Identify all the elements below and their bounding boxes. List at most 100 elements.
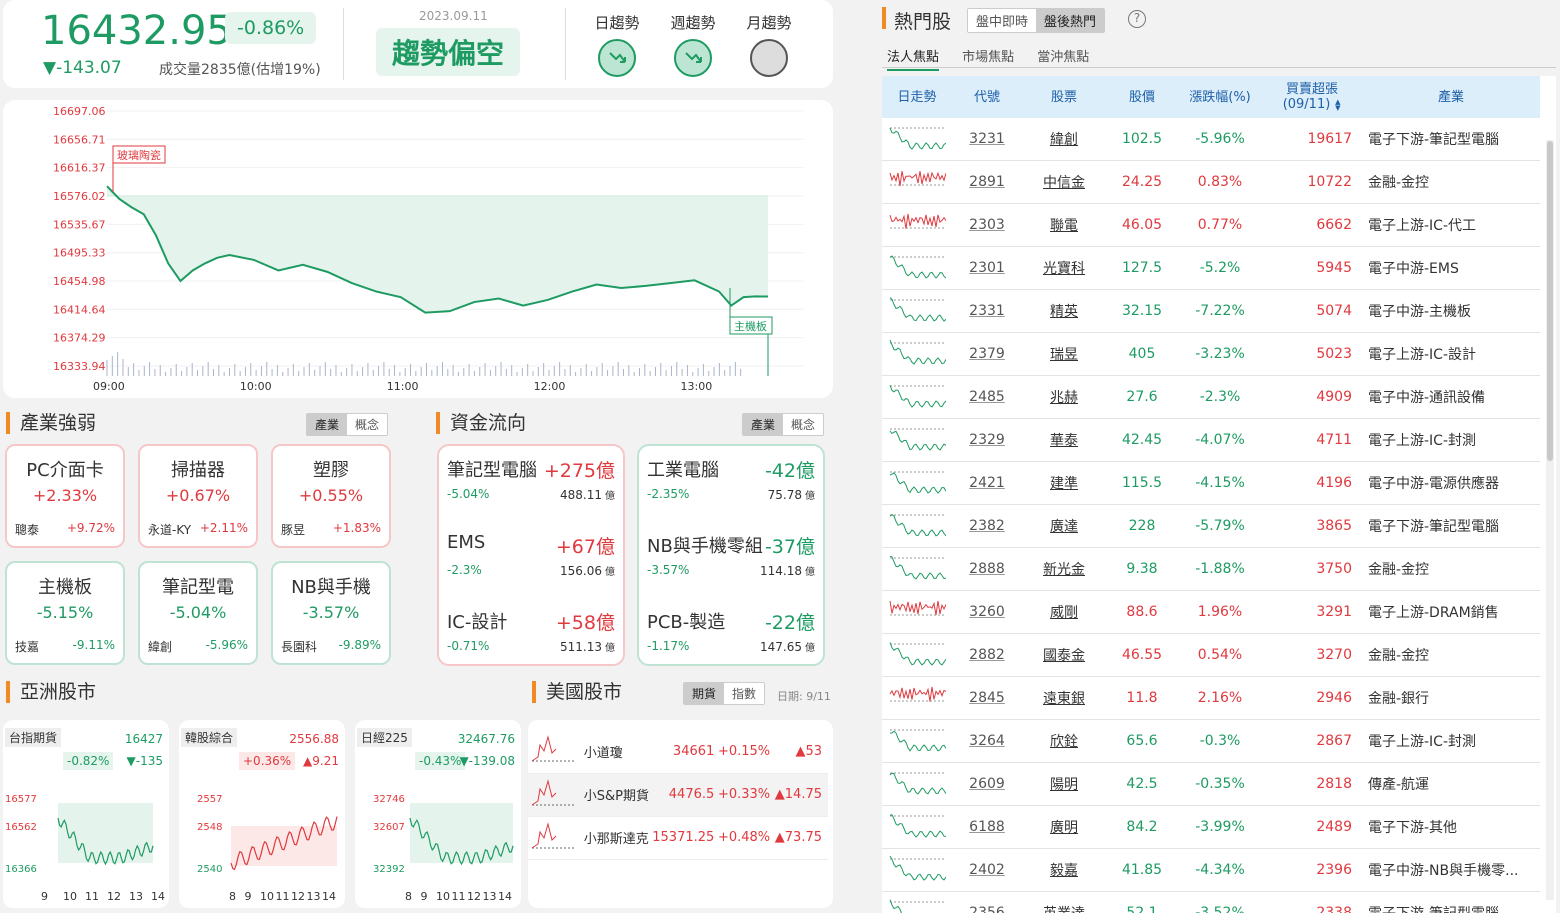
- stock-pct: -4.34%: [1178, 848, 1262, 892]
- tab-concept[interactable]: 概念: [783, 414, 824, 435]
- asia-market-card[interactable]: 韓股綜合 2556.88 +0.36% ▲9.21 2557 2548 2540 8 9 10 11…: [179, 720, 345, 908]
- stock-code[interactable]: 3260: [952, 590, 1022, 634]
- hot-stock-row[interactable]: 2379 瑞昱 405 -3.23% 5023 電子上游-IC-設計: [882, 332, 1540, 376]
- stock-name[interactable]: 廣達: [1022, 504, 1106, 548]
- hot-stock-row[interactable]: 2485 兆赫 27.6 -2.3% 4909 電子中游-通訊設備: [882, 375, 1540, 419]
- stock-name[interactable]: 新光金: [1022, 547, 1106, 591]
- stock-code[interactable]: 2402: [952, 848, 1022, 892]
- stock-code[interactable]: 2882: [952, 633, 1022, 677]
- stock-name[interactable]: 英業達: [1022, 891, 1106, 913]
- stock-code[interactable]: 2382: [952, 504, 1022, 548]
- stock-code[interactable]: 2379: [952, 332, 1022, 376]
- hot-stock-row[interactable]: 6188 廣明 84.2 -3.99% 2489 電子下游-其他: [882, 805, 1540, 849]
- tab-market[interactable]: 市場焦點: [962, 50, 1014, 65]
- stock-name[interactable]: 兆赫: [1022, 375, 1106, 419]
- hot-stock-row[interactable]: 2356英業達52.1-3.52%2338電子下游-筆記型電腦: [882, 891, 1540, 913]
- hot-stock-row[interactable]: 3264 欣銓 65.6 -0.3% 2867 電子上游-IC-封測: [882, 719, 1540, 763]
- stock-name[interactable]: 瑞昱: [1022, 332, 1106, 376]
- stock-code[interactable]: 3231: [952, 118, 1022, 161]
- hot-stock-row[interactable]: 2882 國泰金 46.55 0.54% 3270 金融-金控: [882, 633, 1540, 677]
- stock-name[interactable]: 中信金: [1022, 160, 1106, 204]
- stock-name[interactable]: 毅嘉: [1022, 848, 1106, 892]
- trend-week[interactable]: 週趨勢: [665, 12, 721, 79]
- us-row[interactable]: 小那斯達克 15371.25 +0.48% ▲73.75: [528, 816, 828, 860]
- stock-code[interactable]: 6188: [952, 805, 1022, 849]
- stock-code[interactable]: 2485: [952, 375, 1022, 419]
- stock-name[interactable]: 遠東銀: [1022, 676, 1106, 720]
- stock-code[interactable]: 2891: [952, 160, 1022, 204]
- column-header[interactable]: 買賣超張 (09/11) ▲▼: [1262, 76, 1362, 118]
- stock-name[interactable]: 精英: [1022, 289, 1106, 333]
- stock-code[interactable]: 2421: [952, 461, 1022, 505]
- tab-after-hours[interactable]: 盤後熱門: [1036, 9, 1105, 32]
- hot-stock-row[interactable]: 2891 中信金 24.25 0.83% 10722 金融-金控: [882, 160, 1540, 204]
- industry-card[interactable]: 主機板 -5.15% 技嘉 -9.11%: [5, 561, 125, 665]
- hot-stock-row[interactable]: 2845 遠東銀 11.8 2.16% 2946 金融-銀行: [882, 676, 1540, 720]
- industry-card[interactable]: 筆記型電 -5.04% 緯創 -5.96%: [138, 561, 258, 665]
- tab-intraday[interactable]: 盤中即時: [968, 9, 1037, 32]
- trend-month[interactable]: 月趨勢: [741, 12, 797, 81]
- tab-index[interactable]: 指數: [724, 683, 765, 704]
- stock-name[interactable]: 陽明: [1022, 762, 1106, 806]
- sparkline-icon: [889, 297, 947, 322]
- stock-name[interactable]: 光寶科: [1022, 246, 1106, 290]
- hot-stock-row[interactable]: 3231 緯創 102.5 -5.96% 19617 電子下游-筆記型電腦: [882, 118, 1540, 161]
- stock-code[interactable]: 2845: [952, 676, 1022, 720]
- tab-concept[interactable]: 概念: [347, 414, 388, 435]
- stock-name[interactable]: 華泰: [1022, 418, 1106, 462]
- stock-name[interactable]: 欣銓: [1022, 719, 1106, 763]
- sort-icon[interactable]: ▲▼: [1334, 98, 1341, 111]
- sparkline-icon: [889, 255, 947, 279]
- hot-stock-row[interactable]: 2301 光寶科 127.5 -5.2% 5945 電子中游-EMS: [882, 246, 1540, 290]
- hot-stock-row[interactable]: 2382 廣達 228 -5.79% 3865 電子下游-筆記型電腦: [882, 504, 1540, 548]
- annotation-top[interactable]: 玻璃陶瓷: [112, 145, 166, 192]
- flow-item[interactable]: NB與手機零組 -37億 -3.57% 114.18 億: [647, 532, 815, 578]
- stock-name[interactable]: 廣明: [1022, 805, 1106, 849]
- help-icon[interactable]: ?: [1128, 10, 1146, 28]
- stock-name[interactable]: 緯創: [1022, 118, 1106, 161]
- scrollbar[interactable]: [1546, 140, 1554, 900]
- stock-code[interactable]: 2356: [952, 891, 1022, 913]
- stock-code[interactable]: 2301: [952, 246, 1022, 290]
- tab-daytrade[interactable]: 當沖焦點: [1037, 50, 1089, 65]
- flow-item[interactable]: 筆記型電腦 +275億 -5.04% 488.11 億: [447, 456, 615, 502]
- hot-title-bar: [882, 7, 886, 29]
- hot-stock-row[interactable]: 2329 華泰 42.45 -4.07% 4711 電子上游-IC-封測: [882, 418, 1540, 462]
- asia-market-card[interactable]: 台指期貨 16427 -0.82% ▼-135 16577 16562 16366 9 10 11…: [3, 720, 169, 908]
- tab-industry[interactable]: 產業: [743, 414, 784, 435]
- stock-name[interactable]: 威剛: [1022, 590, 1106, 634]
- intraday-chart[interactable]: 16697.06 16656.71 16616.37 16576.02 16535.67…: [3, 100, 833, 398]
- asia-market-card[interactable]: 日經225 32467.76 -0.43% ▼-139.08 32746 32607 323…: [355, 720, 521, 908]
- hot-stock-row[interactable]: 2331 精英 32.15 -7.22% 5074 電子中游-主機板: [882, 289, 1540, 333]
- stock-code[interactable]: 2888: [952, 547, 1022, 591]
- flow-item[interactable]: EMS +67億 -2.3% 156.06 億: [447, 532, 615, 578]
- tab-futures[interactable]: 期貨: [684, 683, 725, 704]
- flow-item[interactable]: 工業電腦 -42億 -2.35% 75.78 億: [647, 456, 815, 502]
- hot-stock-row[interactable]: 2402 毅嘉 41.85 -4.34% 2396 電子中游-NB與手機零...: [882, 848, 1540, 892]
- flow-item[interactable]: PCB-製造 -22億 -1.17% 147.65 億: [647, 608, 815, 654]
- us-row[interactable]: 小S&P期貨 4476.5 +0.33% ▲14.75: [528, 773, 828, 817]
- industry-card[interactable]: NB與手機 -3.57% 長園科 -9.89%: [271, 561, 391, 665]
- us-row[interactable]: 小道瓊 34661 +0.15% ▲53: [528, 730, 828, 774]
- hot-stock-row[interactable]: 2303 聯電 46.05 0.77% 6662 電子上游-IC-代工: [882, 203, 1540, 247]
- industry-card[interactable]: PC介面卡 +2.33% 聰泰 +9.72%: [5, 444, 125, 548]
- stock-name[interactable]: 聯電: [1022, 203, 1106, 247]
- stock-code[interactable]: 2329: [952, 418, 1022, 462]
- stock-code[interactable]: 2331: [952, 289, 1022, 333]
- trend-day[interactable]: 日趨勢: [589, 12, 645, 79]
- tab-industry[interactable]: 產業: [307, 414, 348, 435]
- stock-name[interactable]: 建準: [1022, 461, 1106, 505]
- hot-stock-row[interactable]: 2888 新光金 9.38 -1.88% 3750 金融-金控: [882, 547, 1540, 591]
- industry-cell: 金融-金控: [1362, 547, 1540, 591]
- stock-code[interactable]: 2303: [952, 203, 1022, 247]
- flow-item[interactable]: IC-設計 +58億 -0.71% 511.13 億: [447, 608, 615, 654]
- industry-card[interactable]: 掃描器 +0.67% 永道-KY +2.11%: [138, 444, 258, 548]
- hot-stock-row[interactable]: 2609 陽明 42.5 -0.35% 2818 傳產-航運: [882, 762, 1540, 806]
- stock-code[interactable]: 2609: [952, 762, 1022, 806]
- industry-card[interactable]: 塑膠 +0.55% 豚昱 +1.83%: [271, 444, 391, 548]
- hot-stock-row[interactable]: 2421 建準 115.5 -4.15% 4196 電子中游-電源供應器: [882, 461, 1540, 505]
- hot-stock-row[interactable]: 3260 威剛 88.6 1.96% 3291 電子上游-DRAM銷售: [882, 590, 1540, 634]
- stock-name[interactable]: 國泰金: [1022, 633, 1106, 677]
- scrollbar-thumb[interactable]: [1547, 141, 1553, 461]
- stock-code[interactable]: 3264: [952, 719, 1022, 763]
